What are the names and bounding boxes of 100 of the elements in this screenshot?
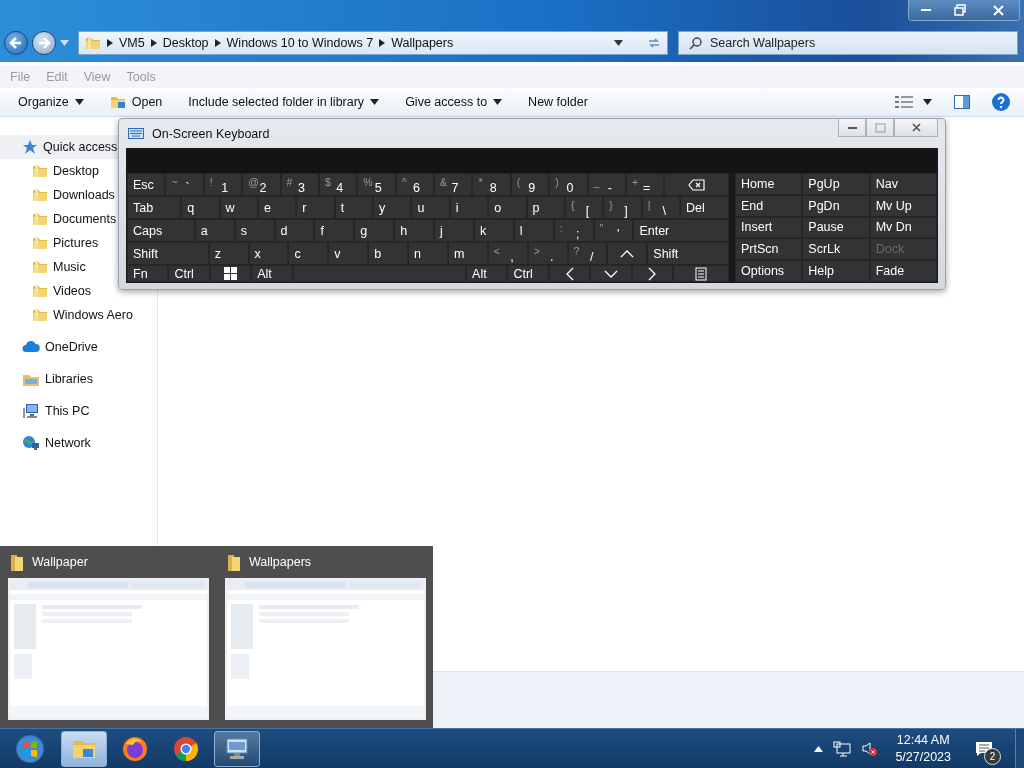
keyboard-key[interactable]: # 3 xyxy=(280,173,319,196)
notifications-button[interactable]: 2 xyxy=(969,733,999,764)
clock[interactable]: 12:44 AM 5/27/2023 xyxy=(887,731,959,766)
keyboard-key[interactable]: j xyxy=(434,219,474,242)
keyboard-key[interactable]: e xyxy=(257,196,297,219)
keyboard-key[interactable]: d xyxy=(274,219,315,242)
keyboard-key[interactable]: Enter xyxy=(633,219,729,242)
keyboard-key[interactable]: Fade xyxy=(869,260,937,282)
keyboard-key[interactable]: ? / xyxy=(567,242,608,265)
nav-item[interactable]: Network xyxy=(0,431,157,455)
keyboard-key[interactable]: PrtScn xyxy=(735,238,803,261)
nav-item[interactable]: OneDrive xyxy=(0,335,157,359)
toolbar-button[interactable]: Open xyxy=(99,91,173,113)
keyboard-key[interactable]: Alt xyxy=(466,265,508,282)
keyboard-key[interactable]: m xyxy=(447,242,488,265)
back-button[interactable] xyxy=(4,31,28,55)
keyboard-key[interactable]: Del xyxy=(680,196,729,219)
keyboard-key[interactable]: w xyxy=(219,196,258,219)
breadcrumb-item[interactable]: Windows 10 to Windows 7 xyxy=(226,36,374,50)
keyboard-key[interactable]: @2 xyxy=(242,173,281,196)
keyboard-key[interactable]: x xyxy=(248,242,289,265)
keyboard-key[interactable] xyxy=(664,173,729,196)
keyboard-key[interactable]: > . xyxy=(527,242,568,265)
keyboard-key[interactable]: ) 0 xyxy=(549,173,588,196)
keyboard-key[interactable]: Shift xyxy=(127,242,209,265)
nav-item[interactable]: This PC xyxy=(0,399,157,423)
keyboard-key[interactable]: PgUp xyxy=(802,173,870,195)
close-button[interactable] xyxy=(977,0,1019,20)
keyboard-key[interactable]: s xyxy=(234,219,275,242)
toolbar-button[interactable]: Include selected folder in library xyxy=(178,92,390,112)
keyboard-key[interactable]: ScrLk xyxy=(802,238,870,261)
keyboard-key[interactable]: f xyxy=(314,219,355,242)
keyboard-key[interactable]: q xyxy=(181,196,220,219)
keyboard-key[interactable]: c xyxy=(288,242,329,265)
keyboard-key[interactable]: Tab xyxy=(127,196,182,219)
forward-button[interactable] xyxy=(32,31,56,55)
minimize-button[interactable] xyxy=(909,0,943,20)
keyboard-key[interactable]: h xyxy=(394,219,434,242)
keyboard-key[interactable]: End xyxy=(735,194,803,217)
keyboard-key[interactable]: + = xyxy=(625,173,665,196)
keyboard-key[interactable]: Home xyxy=(735,173,803,195)
keyboard-key[interactable]: u xyxy=(411,196,450,219)
keyboard-key[interactable]: o xyxy=(488,196,527,219)
nav-item[interactable]: Libraries xyxy=(0,367,157,391)
toolbar-button[interactable]: New folder xyxy=(518,92,598,112)
history-dropdown[interactable] xyxy=(60,40,70,46)
keyboard-key[interactable]: Ctrl xyxy=(507,265,549,282)
keyboard-key[interactable]: $ 4 xyxy=(318,173,358,196)
keyboard-key[interactable]: Fn xyxy=(127,265,169,282)
keyboard-key[interactable]: i xyxy=(449,196,489,219)
nav-item[interactable]: Windows Aero xyxy=(0,303,157,327)
keyboard-key[interactable]: : ; xyxy=(553,219,594,242)
keyboard-key[interactable]: ~ ` xyxy=(165,173,204,196)
keyboard-key[interactable]: ^ 6 xyxy=(395,173,434,196)
keyboard-key[interactable]: Nav xyxy=(869,173,937,195)
keyboard-key[interactable]: ! 1 xyxy=(203,173,243,196)
keyboard-key[interactable]: ( 9 xyxy=(510,173,550,196)
keyboard-key[interactable]: r xyxy=(296,196,335,219)
close-button[interactable] xyxy=(894,119,938,137)
keyboard-key[interactable]: y xyxy=(373,196,412,219)
keyboard-key[interactable]: p xyxy=(526,196,565,219)
keyboard-key[interactable]: a xyxy=(194,219,235,242)
breadcrumb-item[interactable]: Wallpapers xyxy=(391,36,454,50)
keyboard-key[interactable]: _ - xyxy=(587,173,626,196)
keyboard-key[interactable]: Alt xyxy=(251,265,293,282)
breadcrumb-item[interactable]: VM5 xyxy=(119,36,145,50)
keyboard-key[interactable]: Esc xyxy=(127,173,166,196)
keyboard-key[interactable]: Pause xyxy=(802,216,870,239)
keyboard-key[interactable]: " ' xyxy=(593,219,634,242)
keyboard-key[interactable]: Options xyxy=(735,260,803,282)
minimize-button[interactable] xyxy=(838,119,866,137)
keyboard-key[interactable]: } ] xyxy=(603,196,642,219)
keyboard-key[interactable]: k xyxy=(473,219,514,242)
keyboard-key[interactable]: { [ xyxy=(564,196,604,219)
search-field[interactable]: Search Wallpapers xyxy=(678,31,1018,55)
toolbar-button[interactable]: Organize xyxy=(8,92,94,112)
keyboard-key[interactable]: * 8 xyxy=(472,173,511,196)
keyboard-key[interactable]: Insert xyxy=(735,216,803,239)
keyboard-key[interactable]: | \ xyxy=(641,196,681,219)
keyboard-key[interactable]: n xyxy=(408,242,448,265)
keyboard-key[interactable]: Caps xyxy=(127,219,195,242)
keyboard-key[interactable]: & 7 xyxy=(434,173,473,196)
file-explorer-button[interactable] xyxy=(61,730,107,767)
toolbar-button[interactable]: Give access to xyxy=(395,92,513,112)
keyboard-key[interactable]: Ctrl xyxy=(168,265,210,282)
address-bar[interactable]: VM5 Desktop Windows 10 to Windows 7 Wallpapers xyxy=(78,31,668,55)
keyboard-key[interactable]: Shift xyxy=(647,242,729,265)
keyboard-key[interactable]: t xyxy=(334,196,374,219)
keyboard-key[interactable]: % 5 xyxy=(357,173,396,196)
keyboard-key[interactable]: Help xyxy=(802,260,870,282)
keyboard-key[interactable]: z xyxy=(208,242,249,265)
keyboard-key[interactable]: PgDn xyxy=(802,194,870,217)
breadcrumb-item[interactable]: Desktop xyxy=(162,36,209,50)
keyboard-key[interactable] xyxy=(209,265,252,282)
search-input[interactable]: Search Wallpapers xyxy=(710,36,1007,50)
keyboard-key[interactable]: g xyxy=(354,219,395,242)
keyboard-key[interactable]: < , xyxy=(487,242,528,265)
keyboard-key[interactable]: b xyxy=(368,242,409,265)
on-screen-keyboard-button[interactable] xyxy=(214,730,260,767)
keyboard-key[interactable]: v xyxy=(328,242,369,265)
